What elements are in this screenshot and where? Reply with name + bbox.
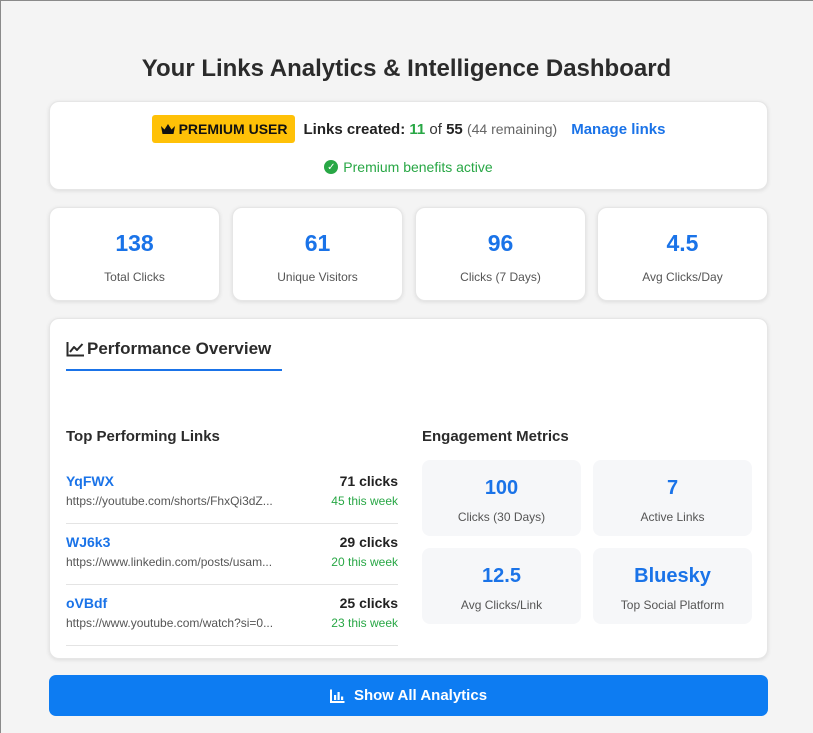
links-created-summary: Links created: 11 of 55 (44 remaining) [303, 121, 557, 138]
premium-badge-label: PREMIUM USER [178, 121, 288, 137]
premium-status-card: PREMIUM USER Links created: 11 of 55 (44… [49, 101, 768, 190]
crown-icon [160, 124, 175, 134]
stat-value: 96 [487, 230, 514, 256]
list-item: YqFWX https://youtube.com/shorts/FhxQi3d… [66, 463, 398, 524]
stat-value: 61 [304, 230, 331, 256]
tab-performance-label: Performance Overview [87, 339, 272, 358]
links-total-count: 55 [446, 120, 463, 138]
metric-label: Avg Clicks/Link [460, 598, 543, 612]
show-all-analytics-label: Show All Analytics [353, 687, 488, 704]
stat-value: 4.5 [666, 230, 699, 256]
line-chart-icon [66, 342, 84, 357]
metric-value: 7 [666, 477, 679, 499]
link-week-clicks: 45 this week [331, 494, 398, 508]
stat-label: Avg Clicks/Day [642, 270, 723, 284]
link-week-clicks: 20 this week [331, 555, 398, 569]
stat-card-avg-clicks-day: 4.5 Avg Clicks/Day [597, 207, 768, 301]
metric-label: Active Links [640, 510, 705, 524]
stat-card-clicks-7-days: 96 Clicks (7 Days) [415, 207, 586, 301]
link-url: https://youtube.com/shorts/FhxQi3dZ... [66, 494, 273, 508]
engagement-metrics-title: Engagement Metrics [422, 428, 569, 445]
manage-links-link[interactable]: Manage links [571, 121, 665, 138]
show-all-analytics-button[interactable]: Show All Analytics [49, 675, 768, 716]
metric-active-links: 7 Active Links [593, 460, 752, 536]
bar-chart-icon [329, 689, 345, 703]
premium-benefits-label: Premium benefits active [343, 159, 493, 175]
short-link-code[interactable]: WJ6k3 [66, 534, 110, 550]
metric-value: Bluesky [634, 565, 711, 587]
metric-avg-clicks-link: 12.5 Avg Clicks/Link [422, 548, 581, 624]
performance-overview-card: Performance Overview Top Performing Link… [49, 318, 768, 659]
links-remaining: (44 remaining) [466, 120, 558, 137]
link-url: https://www.linkedin.com/posts/usam... [66, 555, 273, 569]
metric-label: Top Social Platform [620, 598, 725, 612]
premium-benefits-status: ✓ Premium benefits active [50, 159, 767, 175]
metric-clicks-30-days: 100 Clicks (30 Days) [422, 460, 581, 536]
short-link-code[interactable]: oVBdf [66, 595, 107, 611]
link-clicks: 25 clicks [339, 595, 398, 611]
short-link-code[interactable]: YqFWX [66, 473, 114, 489]
premium-badge: PREMIUM USER [151, 115, 296, 143]
stat-value: 138 [115, 230, 154, 256]
stat-label: Clicks (7 Days) [460, 270, 541, 284]
premium-status-row: PREMIUM USER Links created: 11 of 55 (44… [50, 115, 767, 143]
link-clicks: 71 clicks [339, 473, 398, 489]
list-item: WJ6k3 https://www.linkedin.com/posts/usa… [66, 524, 398, 585]
stat-label: Total Clicks [104, 270, 165, 284]
link-url: https://www.youtube.com/watch?si=0... [66, 616, 274, 630]
top-links-list: YqFWX https://youtube.com/shorts/FhxQi3d… [66, 463, 398, 646]
links-created-count: 11 [409, 120, 426, 138]
link-week-clicks: 23 this week [331, 616, 398, 630]
links-of-text: of [429, 120, 442, 138]
stat-card-total-clicks: 138 Total Clicks [49, 207, 220, 301]
stat-label: Unique Visitors [277, 270, 358, 284]
links-created-label: Links created: [303, 120, 406, 138]
metric-value: 12.5 [482, 565, 521, 587]
metric-label: Clicks (30 Days) [457, 510, 546, 524]
tab-performance-overview[interactable]: Performance Overview [66, 339, 282, 371]
metric-top-social-platform: Bluesky Top Social Platform [593, 548, 752, 624]
check-circle-icon: ✓ [324, 160, 339, 174]
top-links-title: Top Performing Links [66, 428, 220, 445]
page-title: Your Links Analytics & Intelligence Dash… [141, 55, 672, 82]
list-item: oVBdf https://www.youtube.com/watch?si=0… [66, 585, 398, 646]
metric-value: 100 [484, 477, 519, 499]
stat-card-unique-visitors: 61 Unique Visitors [232, 207, 403, 301]
link-clicks: 29 clicks [339, 534, 398, 550]
